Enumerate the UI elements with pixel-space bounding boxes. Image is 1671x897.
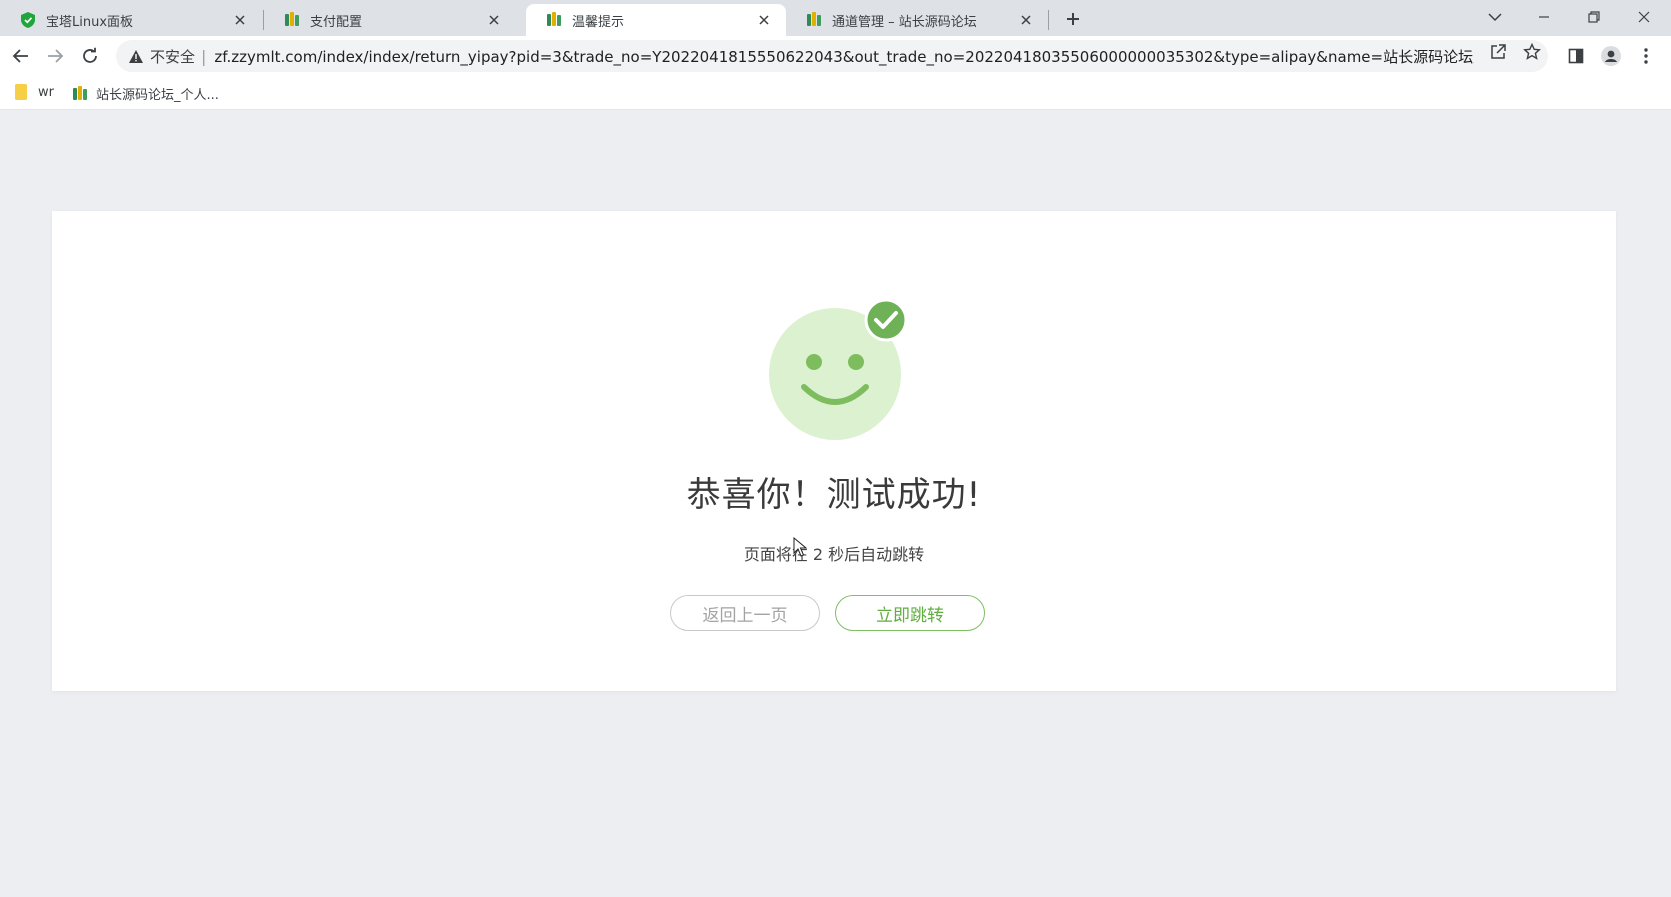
result-card: 恭喜你！测试成功! 页面将在 2 秒后自动跳转 返回上一页 立即跳转 xyxy=(52,211,1616,691)
reload-button[interactable] xyxy=(80,46,100,66)
page-title: 恭喜你！测试成功! xyxy=(686,475,982,515)
avatar-icon xyxy=(1601,46,1621,66)
url-text[interactable]: zf.zzymlt.com/index/index/return_yipay?p… xyxy=(214,46,1474,67)
redirect-countdown: 页面将在 2 秒后自动跳转 xyxy=(743,545,925,564)
plus-icon xyxy=(1067,13,1079,25)
more-vertical-icon xyxy=(1644,48,1648,64)
address-bar[interactable]: 不安全 | zf.zzymlt.com/index/index/return_y… xyxy=(116,40,1548,72)
forum-logo-icon xyxy=(284,12,300,28)
browser-toolbar: 不安全 | zf.zzymlt.com/index/index/return_y… xyxy=(0,36,1671,76)
address-divider: | xyxy=(201,46,207,66)
arrow-right-icon xyxy=(48,49,64,63)
tab-strip: 宝塔Linux面板 支付配置 温馨提示 通道管理 – 站长源码论坛 xyxy=(0,0,1671,36)
tab-channel-management[interactable]: 通道管理 – 站长源码论坛 xyxy=(786,4,1048,36)
bookmarks-bar: wr 站长源码论坛_个人... xyxy=(0,76,1671,110)
restore-button[interactable] xyxy=(1580,6,1608,28)
back-button[interactable] xyxy=(11,46,31,66)
tab-search-button[interactable] xyxy=(1481,6,1509,28)
close-window-button[interactable] xyxy=(1630,6,1658,28)
close-icon[interactable] xyxy=(486,12,502,28)
profile-button[interactable] xyxy=(1601,46,1621,66)
bookmark-forum[interactable]: 站长源码论坛_个人... xyxy=(72,84,219,103)
tab-payment-config[interactable]: 支付配置 xyxy=(264,4,516,36)
back-to-previous-button[interactable]: 返回上一页 xyxy=(670,595,820,631)
tab-title: 支付配置 xyxy=(310,14,363,30)
tab-baota[interactable]: 宝塔Linux面板 xyxy=(0,4,262,36)
new-tab-button[interactable] xyxy=(1063,9,1083,29)
forum-logo-icon xyxy=(546,12,562,28)
close-icon xyxy=(1638,11,1650,23)
bookmark-label: 站长源码论坛_个人... xyxy=(96,88,219,103)
redirect-now-button[interactable]: 立即跳转 xyxy=(835,595,985,631)
forum-logo-icon xyxy=(72,85,88,102)
reload-icon xyxy=(83,47,97,63)
side-panel-button[interactable] xyxy=(1566,46,1586,66)
forward-button[interactable] xyxy=(45,46,65,66)
folder-icon xyxy=(14,84,30,100)
mouse-cursor-icon xyxy=(793,537,807,557)
tab-title: 宝塔Linux面板 xyxy=(46,14,134,30)
close-icon[interactable] xyxy=(756,12,772,28)
close-icon[interactable] xyxy=(1018,12,1034,28)
star-icon xyxy=(1523,43,1541,60)
tab-notice[interactable]: 温馨提示 xyxy=(526,4,786,36)
chevron-down-icon xyxy=(1488,13,1502,22)
forum-logo-icon xyxy=(806,12,822,28)
warning-icon[interactable] xyxy=(128,48,144,64)
share-button[interactable] xyxy=(1488,42,1508,62)
bookmark-folder-wr[interactable]: wr xyxy=(14,84,54,100)
security-label[interactable]: 不安全 xyxy=(150,46,195,67)
restore-icon xyxy=(1588,11,1600,23)
side-panel-icon xyxy=(1568,48,1584,64)
close-icon[interactable] xyxy=(232,12,248,28)
menu-button[interactable] xyxy=(1636,46,1656,66)
arrow-left-icon xyxy=(12,49,28,63)
bookmark-label: wr xyxy=(38,84,54,100)
tab-separator xyxy=(1048,10,1049,30)
minimize-icon xyxy=(1539,16,1549,18)
smiley-success-icon xyxy=(769,298,908,440)
tab-title: 温馨提示 xyxy=(572,14,625,30)
shield-icon xyxy=(20,12,36,28)
bookmark-star-button[interactable] xyxy=(1522,42,1542,62)
share-icon xyxy=(1491,44,1506,59)
tab-title: 通道管理 – 站长源码论坛 xyxy=(832,14,977,30)
minimize-button[interactable] xyxy=(1530,6,1558,28)
